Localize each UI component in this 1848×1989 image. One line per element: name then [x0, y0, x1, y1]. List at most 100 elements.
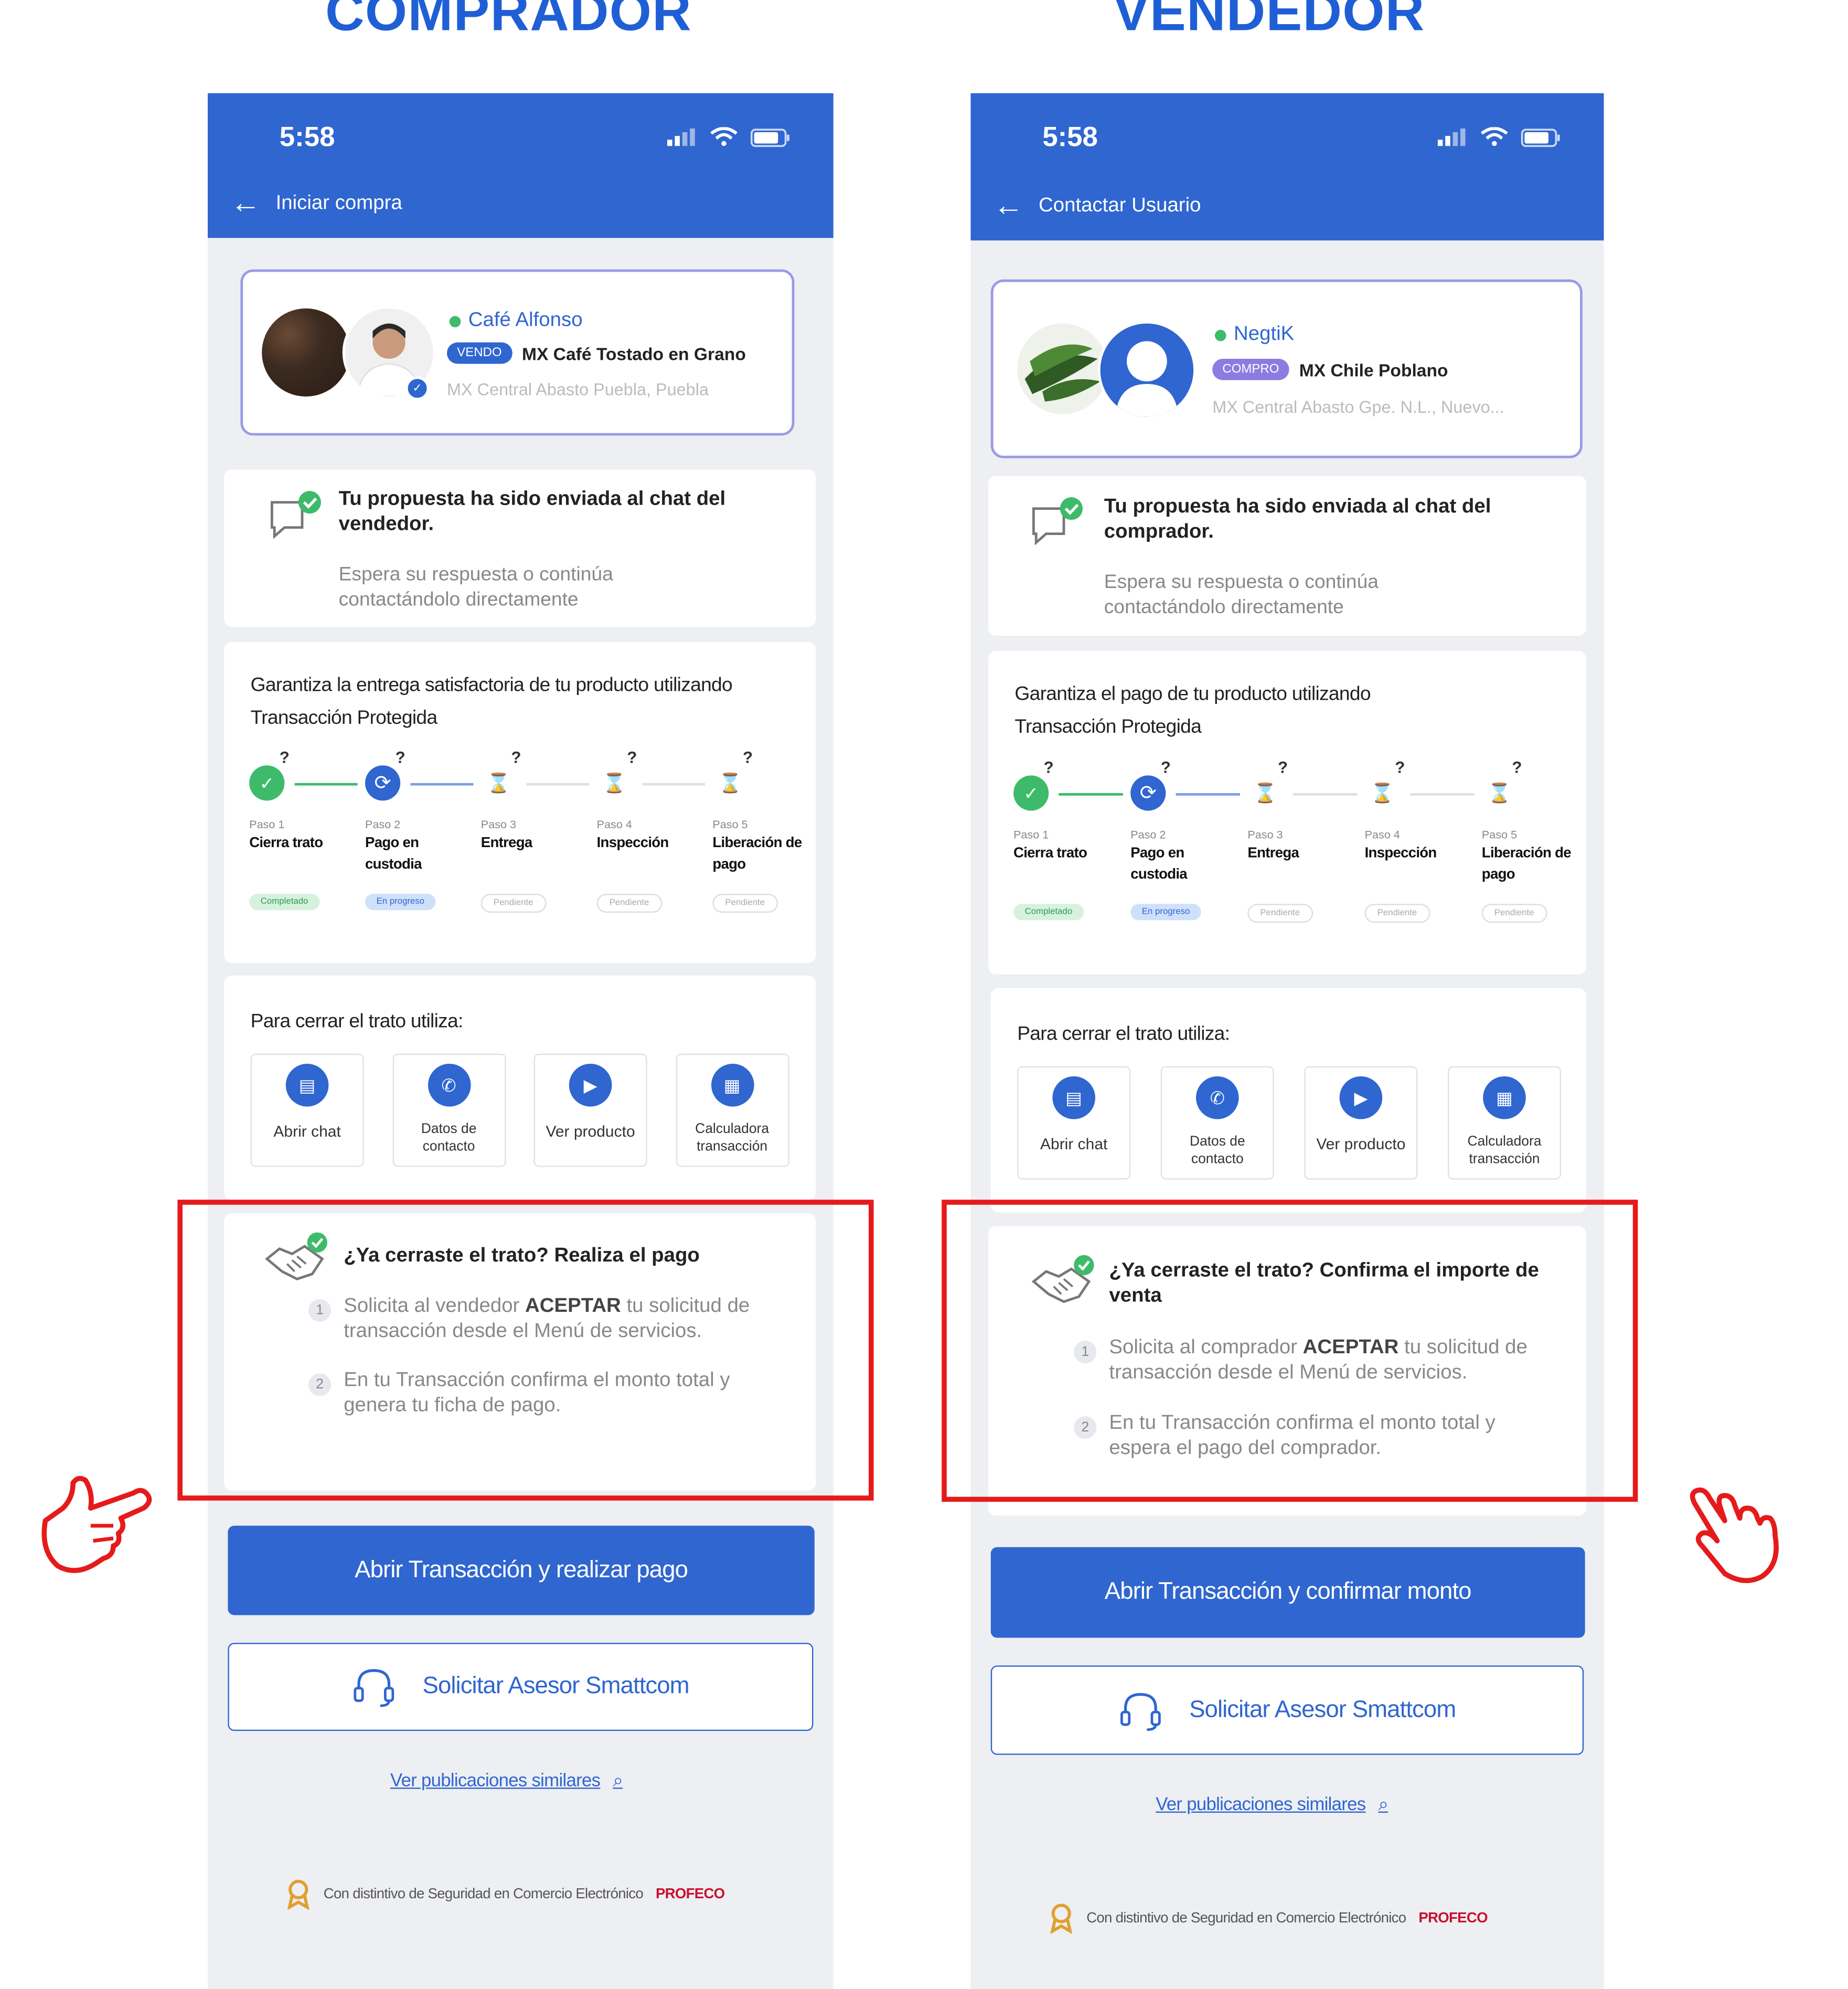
tool-label: Ver producto [1316, 1135, 1406, 1153]
back-arrow-icon[interactable]: ← [994, 191, 1024, 222]
step-status-badge: Pendiente [712, 894, 778, 913]
status-icons [667, 127, 791, 147]
step-label: Inspección [1364, 846, 1437, 861]
step-text: Paso 3 Entrega [1247, 828, 1348, 865]
advisor-label: Solicitar Asesor Smattcom [422, 1673, 690, 1700]
phone-icon: ✆ [427, 1064, 471, 1107]
search-icon: ⌕ [613, 1771, 623, 1792]
message-card: Tu propuesta ha sido enviada al chat del… [224, 469, 816, 627]
chat-icon: ▤ [285, 1064, 329, 1107]
award-icon [1050, 1904, 1073, 1934]
step-text: Paso 2 Pago en custodia [1130, 828, 1231, 886]
step-connector [526, 783, 590, 786]
product-image [1017, 323, 1108, 414]
signal-icon [667, 128, 695, 146]
help-icon[interactable]: ? [627, 748, 637, 767]
step-connector [1176, 793, 1240, 796]
help-icon[interactable]: ? [1161, 758, 1171, 777]
step-status-badge: Pendiente [1364, 904, 1430, 923]
step-text: Paso 4 Inspección [597, 818, 698, 855]
step-text: Paso 4 Inspección [1365, 828, 1466, 865]
tool-chat-button[interactable]: ▤ Abrir chat [1017, 1066, 1131, 1180]
location-text: MX Central Abasto Puebla, Puebla [447, 380, 709, 399]
open-transaction-button[interactable]: Abrir Transacción y realizar pago [228, 1525, 815, 1616]
help-icon[interactable]: ? [1278, 758, 1288, 777]
seller-card[interactable]: ✓ Café Alfonso VENDO MX Café Tostado en G… [240, 269, 795, 436]
app-header: 5:58 ← Contactar Usuario [970, 93, 1604, 241]
advisor-button[interactable]: Solicitar Asesor Smattcom [228, 1643, 814, 1731]
highlight-box-vendedor [942, 1200, 1638, 1502]
check-icon: ✓ [249, 765, 285, 801]
pointing-hand-icon [41, 1475, 152, 1573]
message-card: Tu propuesta ha sido enviada al chat del… [988, 476, 1586, 636]
headset-icon [1120, 1692, 1160, 1730]
tool-chat-button[interactable]: ▤ Abrir chat [250, 1053, 364, 1167]
step-number: Paso 1 [1013, 828, 1049, 841]
help-icon[interactable]: ? [1044, 758, 1054, 777]
step-label: Liberación de pago [1481, 846, 1572, 883]
chat-icon: ▤ [1052, 1076, 1095, 1119]
comprador-title: COMPRADOR [325, 0, 692, 43]
step-status-badge: En progreso [365, 894, 436, 911]
nav-bar: ← Contactar Usuario [994, 191, 1201, 222]
step-label: Cierra trato [1013, 846, 1087, 861]
calculator-icon: ▦ [710, 1064, 754, 1107]
hourglass-icon: ⌛ [1370, 783, 1394, 805]
back-arrow-icon[interactable]: ← [230, 188, 261, 219]
step-number: Paso 5 [712, 818, 748, 831]
product-image [262, 308, 350, 397]
step-connector [294, 783, 358, 786]
advisor-button[interactable]: Solicitar Asesor Smattcom [990, 1665, 1584, 1755]
help-icon[interactable]: ? [280, 748, 290, 767]
tool-label: Calculadora transacción [695, 1121, 770, 1154]
vendedor-title: VENDEDOR [1113, 0, 1425, 43]
calculator-icon: ▦ [1483, 1076, 1526, 1119]
status-icons [1437, 127, 1561, 147]
help-icon[interactable]: ? [1395, 758, 1405, 777]
profeco-brand: PROFECO [1418, 1911, 1488, 1927]
battery-icon [1521, 128, 1560, 147]
hourglass-icon: ⌛ [486, 773, 510, 795]
product-line: COMPRO MX Chile Poblano [1212, 359, 1448, 380]
tool-video-button[interactable]: ▶ Ver producto [1304, 1066, 1418, 1180]
help-icon[interactable]: ? [743, 748, 753, 767]
hourglass-icon: ⌛ [1487, 783, 1511, 805]
advisor-label: Solicitar Asesor Smattcom [1189, 1696, 1456, 1723]
vendedor-phone: 5:58 ← Contactar Usuario NegtiK COMPRO MX… [970, 93, 1604, 1989]
hourglass-icon: ⌛ [1253, 783, 1277, 805]
tool-phone-button[interactable]: ✆ Datos de contacto [392, 1053, 506, 1167]
wifi-icon [1480, 127, 1508, 146]
help-icon[interactable]: ? [1512, 758, 1522, 777]
product-line: VENDO MX Café Tostado en Grano [447, 342, 746, 364]
step-status-badge: Pendiente [596, 894, 662, 913]
step-status-badge: Completado [1013, 904, 1084, 921]
close-deal-card: Para cerrar el trato utiliza: ▤ Abrir cha… [990, 988, 1586, 1213]
tool-phone-button[interactable]: ✆ Datos de contacto [1160, 1066, 1274, 1180]
online-dot [449, 315, 461, 327]
pointing-hand-icon [1690, 1487, 1779, 1584]
seller-name[interactable]: Café Alfonso [449, 309, 583, 332]
similar-posts-link[interactable]: Ver publicaciones similares ⌕ [390, 1771, 623, 1791]
help-icon[interactable]: ? [511, 748, 521, 767]
status-time: 5:58 [279, 121, 335, 153]
step-label: Pago en custodia [1130, 846, 1187, 883]
online-dot [1215, 329, 1226, 341]
step-number: Paso 4 [1364, 828, 1400, 841]
wifi-icon [710, 127, 738, 146]
tool-video-button[interactable]: ▶ Ver producto [533, 1053, 647, 1167]
tool-label: Datos de contacto [1189, 1134, 1245, 1167]
step-status-badge: Completado [249, 894, 319, 911]
open-transaction-button[interactable]: Abrir Transacción y confirmar monto [990, 1547, 1585, 1638]
step-connector [1292, 793, 1358, 796]
help-icon[interactable]: ? [396, 748, 405, 767]
similar-posts-link[interactable]: Ver publicaciones similares ⌕ [1156, 1795, 1388, 1815]
footer: Con distintivo de Seguridad en Comercio … [1049, 1904, 1488, 1934]
hourglass-icon: ⌛ [602, 773, 626, 795]
seller-name[interactable]: NegtiK [1215, 324, 1294, 346]
sync-icon: ⟳ [1130, 775, 1166, 811]
battery-icon [751, 128, 789, 147]
verified-icon: ✓ [405, 376, 430, 401]
tool-calculator-button[interactable]: ▦ Calculadora transacción [1448, 1066, 1561, 1180]
tool-calculator-button[interactable]: ▦ Calculadora transacción [675, 1053, 789, 1167]
seller-card[interactable]: NegtiK COMPRO MX Chile Poblano MX Central… [990, 279, 1583, 458]
